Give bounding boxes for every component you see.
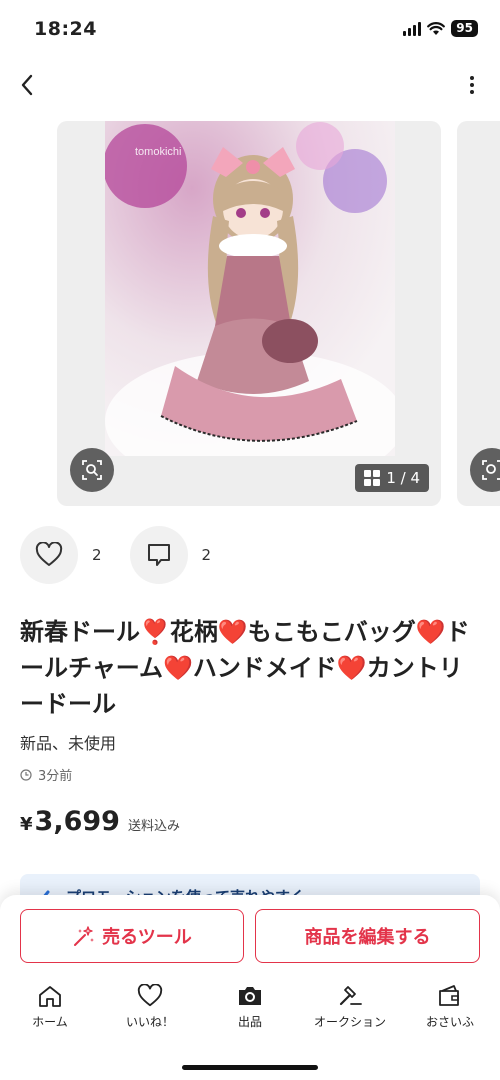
image-counter[interactable]: 1 / 4 bbox=[355, 464, 429, 492]
wallet-icon bbox=[439, 985, 459, 1006]
tab-auction-label: オークション bbox=[313, 1015, 386, 1029]
shipping-info: 送料込み bbox=[127, 819, 180, 834]
status-time: 18:24 bbox=[34, 18, 97, 40]
tab-auction[interactable]: オークション bbox=[300, 983, 400, 1039]
signal-icon bbox=[403, 21, 422, 36]
wifi-icon bbox=[427, 21, 446, 35]
zoom-search-icon bbox=[482, 460, 500, 480]
posted-time: 3分前 bbox=[20, 765, 72, 784]
product-photo: tomokichi bbox=[105, 121, 395, 456]
status-icons: 95 bbox=[403, 20, 478, 37]
zoom-search-icon bbox=[82, 460, 102, 480]
tab-sell-label: 出品 bbox=[237, 1015, 262, 1029]
bottom-action-panel: 売るツール 商品を編集する ホーム いいね！ 出品 オークション おさいふ bbox=[0, 895, 500, 1080]
status-bar: 18:24 95 bbox=[0, 0, 500, 56]
tab-home[interactable]: ホーム bbox=[0, 983, 100, 1039]
tab-wallet-label: おさいふ bbox=[425, 1015, 474, 1029]
sell-tool-button[interactable]: 売るツール bbox=[20, 909, 244, 963]
tab-likes[interactable]: いいね！ bbox=[100, 983, 200, 1039]
image-carousel[interactable]: tomokichi 1 / 4 bbox=[0, 121, 500, 506]
heart-icon bbox=[35, 542, 63, 566]
price-row: ¥ 3,699 送料込み bbox=[20, 806, 180, 837]
price: 3,699 bbox=[34, 806, 120, 837]
camera-icon bbox=[239, 987, 261, 1005]
tab-home-label: ホーム bbox=[32, 1015, 68, 1029]
like-count: 2 bbox=[92, 546, 102, 564]
next-image-card[interactable] bbox=[457, 121, 500, 506]
tab-wallet[interactable]: おさいふ bbox=[400, 983, 500, 1039]
product-image-card[interactable]: tomokichi 1 / 4 bbox=[57, 121, 441, 506]
home-indicator bbox=[182, 1065, 318, 1070]
edit-product-label: 商品を編集する bbox=[304, 927, 431, 948]
comment-button[interactable] bbox=[129, 526, 188, 584]
edit-product-button[interactable]: 商品を編集する bbox=[255, 909, 480, 963]
heart-icon bbox=[137, 984, 163, 1007]
back-button[interactable] bbox=[12, 68, 42, 102]
currency-symbol: ¥ bbox=[20, 814, 33, 835]
tab-sell[interactable]: 出品 bbox=[200, 983, 300, 1039]
product-condition: 新品、未使用 bbox=[20, 734, 117, 753]
watermark-text: tomokichi bbox=[135, 146, 181, 158]
like-button[interactable] bbox=[20, 526, 78, 584]
battery-indicator: 95 bbox=[451, 20, 478, 37]
clock-icon bbox=[20, 768, 32, 781]
sell-tool-label: 売るツール bbox=[102, 927, 192, 948]
tab-likes-label: いいね！ bbox=[125, 1015, 174, 1029]
gavel-icon bbox=[339, 986, 362, 1006]
comment-icon bbox=[147, 544, 170, 566]
image-counter-text: 1 / 4 bbox=[386, 469, 420, 487]
posted-time-text: 3分前 bbox=[38, 769, 73, 784]
zoom-button-next[interactable] bbox=[470, 448, 500, 492]
home-icon bbox=[39, 986, 61, 1007]
comment-count: 2 bbox=[201, 546, 212, 564]
zoom-button[interactable] bbox=[70, 448, 114, 492]
reactions-row: 2 2 bbox=[20, 526, 239, 584]
tab-bar: ホーム いいね！ 出品 オークション おさいふ bbox=[0, 983, 500, 1039]
product-title: 新春ドール❣️花柄❤️もこもこバッグ❤️ドールチャーム❤️ハンドメイド❤️カント… bbox=[20, 618, 470, 718]
grid-icon bbox=[364, 470, 381, 486]
more-options-button[interactable] bbox=[462, 68, 482, 102]
magic-wand-icon bbox=[74, 926, 95, 946]
nav-bar bbox=[0, 60, 500, 110]
chevron-left-icon bbox=[21, 74, 33, 96]
